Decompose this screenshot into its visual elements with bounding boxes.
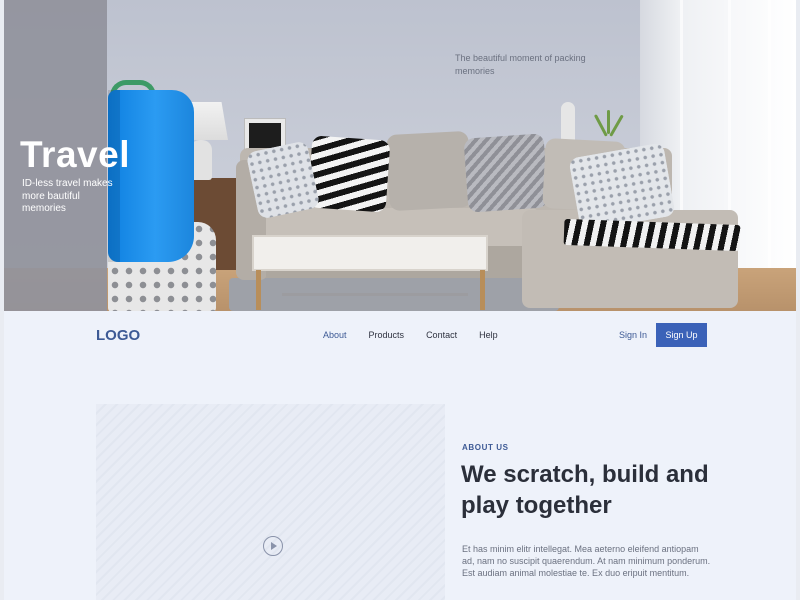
- coffee-table: [252, 235, 488, 271]
- hero-subtitle: ID-less travel makes more bautiful memor…: [22, 178, 113, 214]
- hero-banner: Travel ID-less travel makes more bautifu…: [4, 0, 796, 311]
- nav-link-products[interactable]: Products: [369, 330, 405, 340]
- nav-link-contact[interactable]: Contact: [426, 330, 457, 340]
- blue-bag: [108, 90, 194, 262]
- video-placeholder[interactable]: [96, 404, 445, 600]
- pillow: [463, 133, 549, 213]
- pillow: [386, 130, 472, 212]
- sign-in-link[interactable]: Sign In: [619, 330, 647, 340]
- section-eyebrow: ABOUT US: [462, 443, 509, 452]
- nav-link-about[interactable]: About: [323, 330, 347, 340]
- play-circle-icon[interactable]: [263, 536, 283, 556]
- landing-page: LOGO About Products Contact Help Sign In…: [4, 311, 796, 600]
- section-headline: We scratch, build and play together: [461, 461, 709, 519]
- hero-title: Travel: [20, 134, 130, 175]
- hero-caption: The beautiful moment of packing memories: [455, 53, 586, 76]
- vase: [561, 102, 575, 144]
- section-paragraph: Et has minim elitr intellegat. Mea aeter…: [462, 544, 711, 578]
- main-nav: About Products Contact Help: [323, 330, 498, 340]
- nav-link-help[interactable]: Help: [479, 330, 498, 340]
- pillow: [307, 135, 391, 213]
- logo[interactable]: LOGO: [96, 327, 140, 344]
- sign-up-button[interactable]: Sign Up: [656, 323, 707, 347]
